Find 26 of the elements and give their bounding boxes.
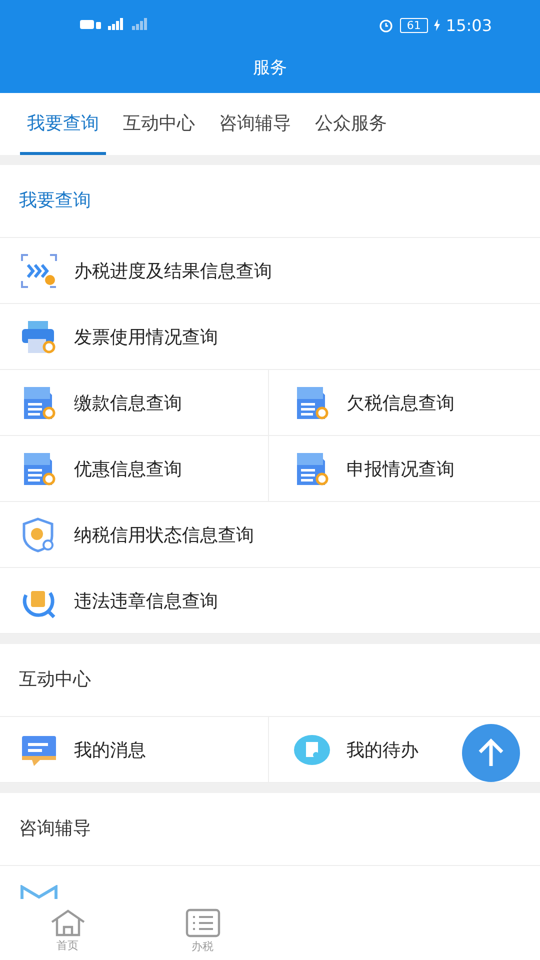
up-arrow-icon	[477, 738, 505, 768]
envelope-icon	[20, 885, 58, 899]
menu-item[interactable]: 优惠信息查询	[0, 436, 268, 501]
tab[interactable]: 互动中心	[116, 93, 202, 155]
progress-search-icon	[20, 252, 58, 288]
charging-icon	[434, 19, 440, 31]
tab[interactable]: 公众服务	[308, 93, 394, 155]
section-heading: 互动中心	[0, 644, 540, 717]
menu-item[interactable]: 办税进度及结果信息查询	[0, 238, 540, 303]
menu-item[interactable]: 欠税信息查询	[268, 370, 540, 435]
tab[interactable]: 咨询辅导	[212, 93, 298, 155]
menu-item[interactable]: 纳税信用状态信息查询	[0, 502, 540, 567]
section-heading: 我要查询	[0, 165, 540, 238]
list-icon	[184, 908, 220, 938]
section-heading: 咨询辅导	[0, 793, 540, 866]
printer-search-icon	[20, 318, 58, 354]
clock-time: 15:03	[446, 16, 492, 34]
home-icon	[50, 909, 86, 937]
battery-indicator: 61	[400, 18, 428, 32]
menu-item[interactable]: 缴款信息查询	[0, 370, 268, 435]
menu-item[interactable]: 发票使用情况查询	[0, 304, 540, 369]
alarm-icon	[378, 17, 394, 33]
menu-item[interactable]: 我的消息	[0, 717, 268, 782]
page-title: 服务	[252, 57, 288, 80]
menu-item[interactable]: 申报情况查询	[268, 436, 540, 501]
menu-item[interactable]: 违法违章信息查询	[0, 568, 540, 633]
